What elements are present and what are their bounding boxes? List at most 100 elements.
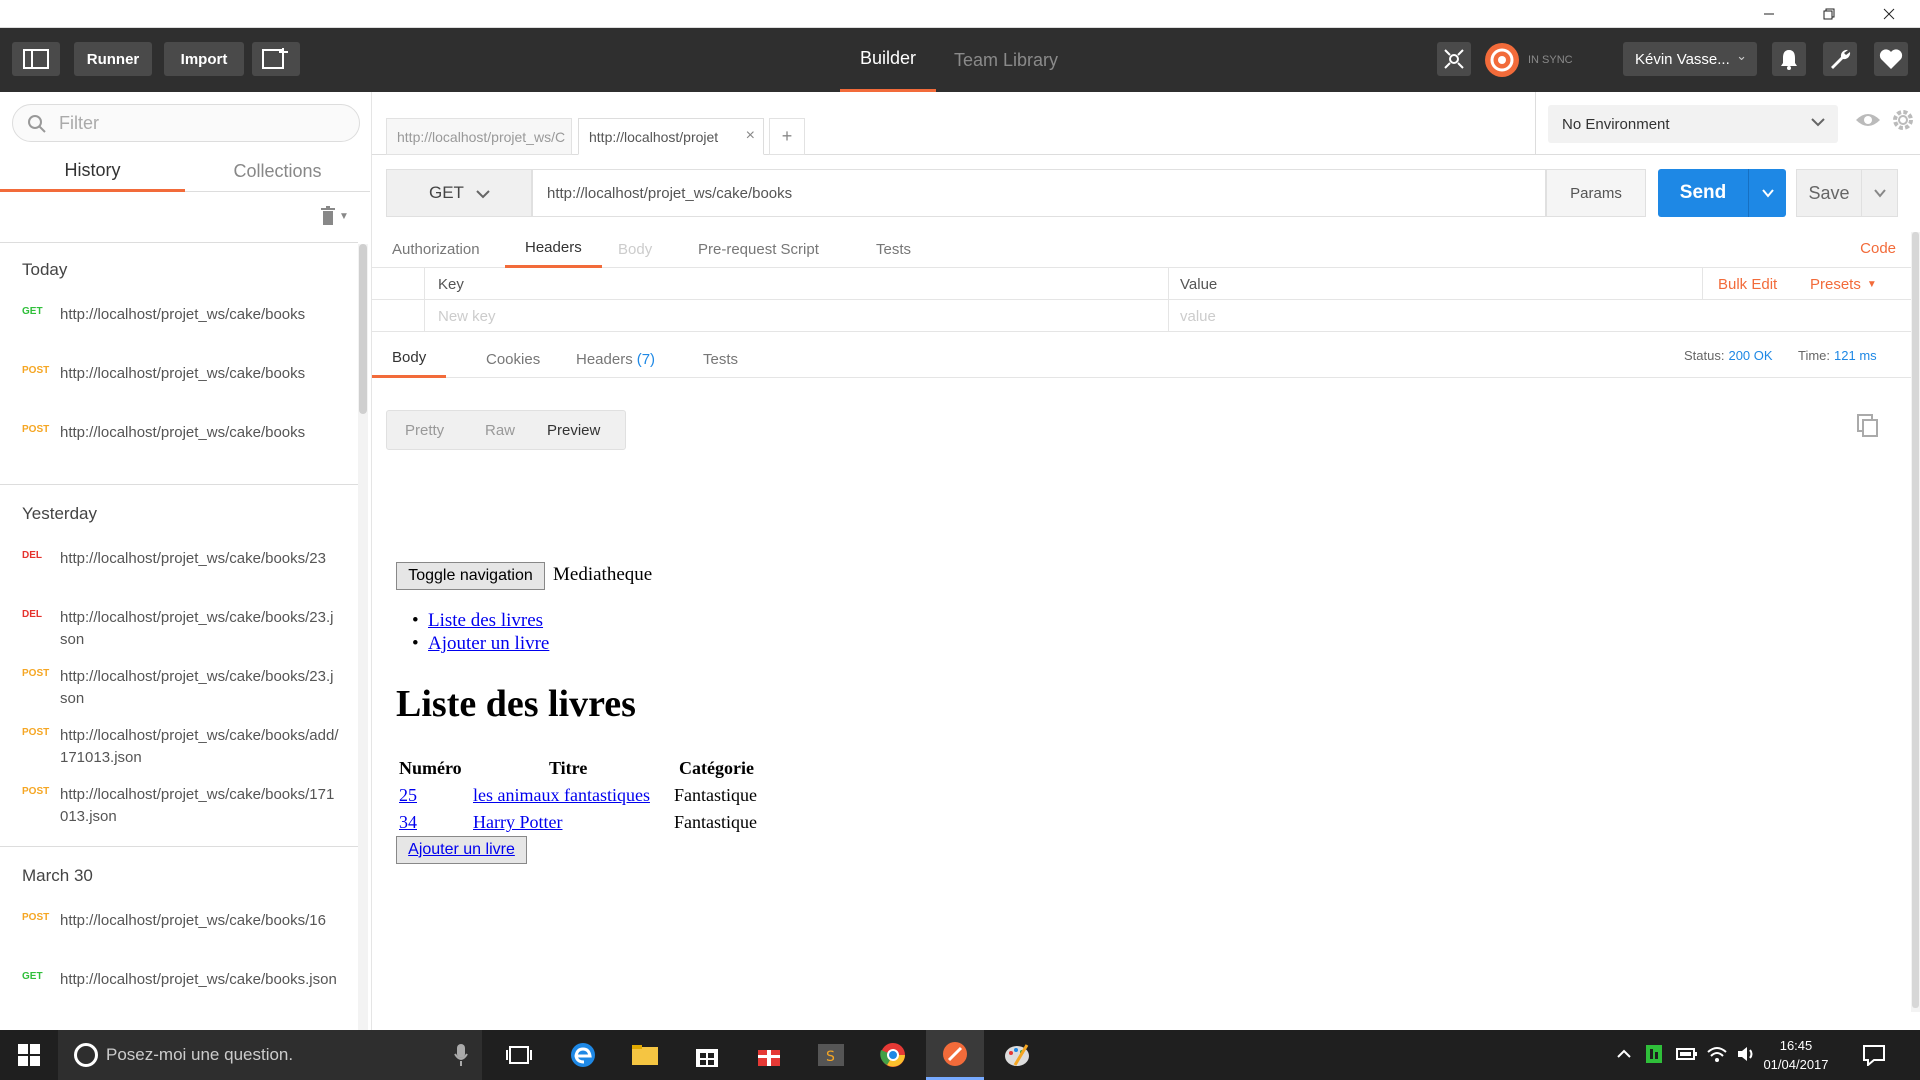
tab-builder[interactable]: Builder xyxy=(840,28,936,92)
send-options-button[interactable] xyxy=(1748,169,1786,217)
taskbar-app-postman[interactable] xyxy=(926,1030,984,1080)
support-button[interactable] xyxy=(1874,42,1908,76)
wrench-icon xyxy=(1831,49,1851,69)
tab-collections[interactable]: Collections xyxy=(185,152,370,192)
notifications-button[interactable] xyxy=(1772,42,1806,76)
tab-team-library[interactable]: Team Library xyxy=(954,28,1058,92)
close-tab-icon[interactable]: × xyxy=(746,127,755,145)
history-url: http://localhost/projet_ws/cake/books/16 xyxy=(60,912,326,929)
filter-input[interactable]: Filter xyxy=(12,104,360,142)
presets-dropdown[interactable]: Presets ▼ xyxy=(1802,268,1877,300)
view-pretty[interactable]: Pretty xyxy=(405,411,444,449)
divider xyxy=(0,846,358,847)
microphone-icon[interactable] xyxy=(454,1044,468,1066)
history-url: http://localhost/projet_ws/cake/books xyxy=(60,424,306,441)
nav-link-add-book[interactable]: Ajouter un livre xyxy=(428,633,549,654)
book-id-link[interactable]: 34 xyxy=(399,812,417,833)
brand-text: Mediatheque xyxy=(553,564,653,585)
book-id-link[interactable]: 25 xyxy=(399,785,417,806)
svg-text:S: S xyxy=(826,1049,835,1065)
url-input[interactable]: http://localhost/projet_ws/cake/books xyxy=(532,169,1546,217)
import-button[interactable]: Import xyxy=(164,42,244,76)
request-tab-active[interactable]: http://localhost/projet × xyxy=(578,118,764,155)
main-scrollbar[interactable] xyxy=(1911,232,1920,1012)
environment-select[interactable]: No Environment xyxy=(1548,105,1838,143)
tab-pre-request-script[interactable]: Pre-request Script xyxy=(678,230,839,268)
tray-app-icon[interactable] xyxy=(1645,1044,1663,1064)
add-tab-button[interactable]: + xyxy=(769,118,805,155)
show-hidden-icons-icon[interactable] xyxy=(1616,1044,1632,1064)
save-button[interactable]: Save xyxy=(1796,169,1862,217)
tab-tests[interactable]: Tests xyxy=(856,230,931,268)
copy-icon[interactable] xyxy=(1857,414,1879,438)
eye-icon[interactable] xyxy=(1854,108,1882,132)
task-view-button[interactable] xyxy=(490,1030,548,1080)
send-button[interactable]: Send xyxy=(1658,169,1748,217)
view-raw[interactable]: Raw xyxy=(485,411,515,449)
code-link[interactable]: Code xyxy=(1860,240,1896,257)
taskbar-app-explorer[interactable] xyxy=(616,1030,674,1080)
method-select[interactable]: GET xyxy=(386,169,532,217)
headers-table-header: Key Value Bulk Edit Presets ▼ xyxy=(372,268,1920,300)
tab-response-body[interactable]: Body xyxy=(372,340,447,378)
battery-icon[interactable] xyxy=(1676,1044,1698,1064)
tab-cookies[interactable]: Cookies xyxy=(466,340,560,378)
book-title-link[interactable]: Harry Potter xyxy=(473,812,562,833)
clear-history-button[interactable]: ▼ xyxy=(320,204,354,228)
history-group-label: Today xyxy=(22,260,68,279)
sidebar-toggle-button[interactable] xyxy=(12,42,60,76)
store-icon xyxy=(696,1049,718,1067)
chevron-down-icon: ⌄ xyxy=(1736,48,1747,63)
sidebar-scrollbar[interactable] xyxy=(358,244,368,1030)
headers-table-row: New key value xyxy=(372,300,1920,332)
chevron-down-icon xyxy=(1873,189,1886,198)
taskbar-app-sublime[interactable]: S xyxy=(802,1030,860,1080)
new-tab-button[interactable] xyxy=(252,42,300,76)
new-key-input[interactable]: New key xyxy=(430,300,1166,332)
restore-icon[interactable] xyxy=(1806,0,1852,28)
settings-button[interactable] xyxy=(1823,42,1857,76)
params-button[interactable]: Params xyxy=(1546,169,1646,217)
taskbar-app-chrome[interactable] xyxy=(864,1030,922,1080)
tab-response-tests[interactable]: Tests xyxy=(683,340,758,378)
interceptor-button[interactable] xyxy=(1437,42,1471,76)
taskbar-app-edge[interactable] xyxy=(554,1030,612,1080)
response-headers-label: Headers xyxy=(576,350,633,368)
taskbar-app-store[interactable] xyxy=(678,1030,736,1080)
clock[interactable]: 16:45 01/04/2017 xyxy=(1746,1036,1846,1074)
view-preview[interactable]: Preview xyxy=(547,411,600,449)
add-book-button[interactable]: Ajouter un livre xyxy=(396,836,527,864)
presets-label: Presets xyxy=(1810,275,1861,293)
toggle-navigation-button[interactable]: Toggle navigation xyxy=(396,562,545,590)
save-options-button[interactable] xyxy=(1862,169,1898,217)
tab-body[interactable]: Body xyxy=(598,230,672,268)
scrollbar-thumb[interactable] xyxy=(359,244,367,414)
bulk-edit-link[interactable]: Bulk Edit xyxy=(1710,268,1777,300)
action-center-icon[interactable] xyxy=(1862,1044,1886,1066)
sync-status-icon[interactable] xyxy=(1484,42,1520,78)
history-url: http://localhost/projet_ws/cake/books.js… xyxy=(60,971,337,988)
book-title-link[interactable]: les animaux fantastiques xyxy=(473,785,650,806)
window-titlebar xyxy=(0,0,1920,28)
close-icon[interactable] xyxy=(1866,0,1912,28)
minimize-icon[interactable] xyxy=(1746,0,1792,28)
tab-headers[interactable]: Headers xyxy=(505,230,602,268)
taskbar-app-gift[interactable] xyxy=(740,1030,798,1080)
history-url: http://localhost/projet_ws/cake/books/23… xyxy=(60,668,334,707)
scrollbar-thumb[interactable] xyxy=(1912,232,1919,1008)
tab-history[interactable]: History xyxy=(0,152,185,192)
caret-down-icon: ▼ xyxy=(1866,278,1877,290)
tab-authorization[interactable]: Authorization xyxy=(372,230,500,268)
value-input[interactable]: value xyxy=(1172,300,1912,332)
runner-button[interactable]: Runner xyxy=(74,42,152,76)
gear-icon[interactable] xyxy=(1891,108,1915,132)
method-badge: POST xyxy=(22,912,50,923)
start-button[interactable] xyxy=(0,1030,58,1080)
request-tab[interactable]: http://localhost/projet_ws/C xyxy=(386,118,572,155)
taskbar-app-paint[interactable] xyxy=(988,1030,1046,1080)
wifi-icon[interactable] xyxy=(1706,1044,1728,1064)
search-box[interactable]: Posez-moi une question. xyxy=(58,1030,482,1080)
user-menu-button[interactable]: Kévin Vasse... ⌄ xyxy=(1623,42,1757,76)
tab-response-headers[interactable]: Headers (7) xyxy=(556,340,675,378)
nav-link-list-books[interactable]: Liste des livres xyxy=(428,610,543,631)
